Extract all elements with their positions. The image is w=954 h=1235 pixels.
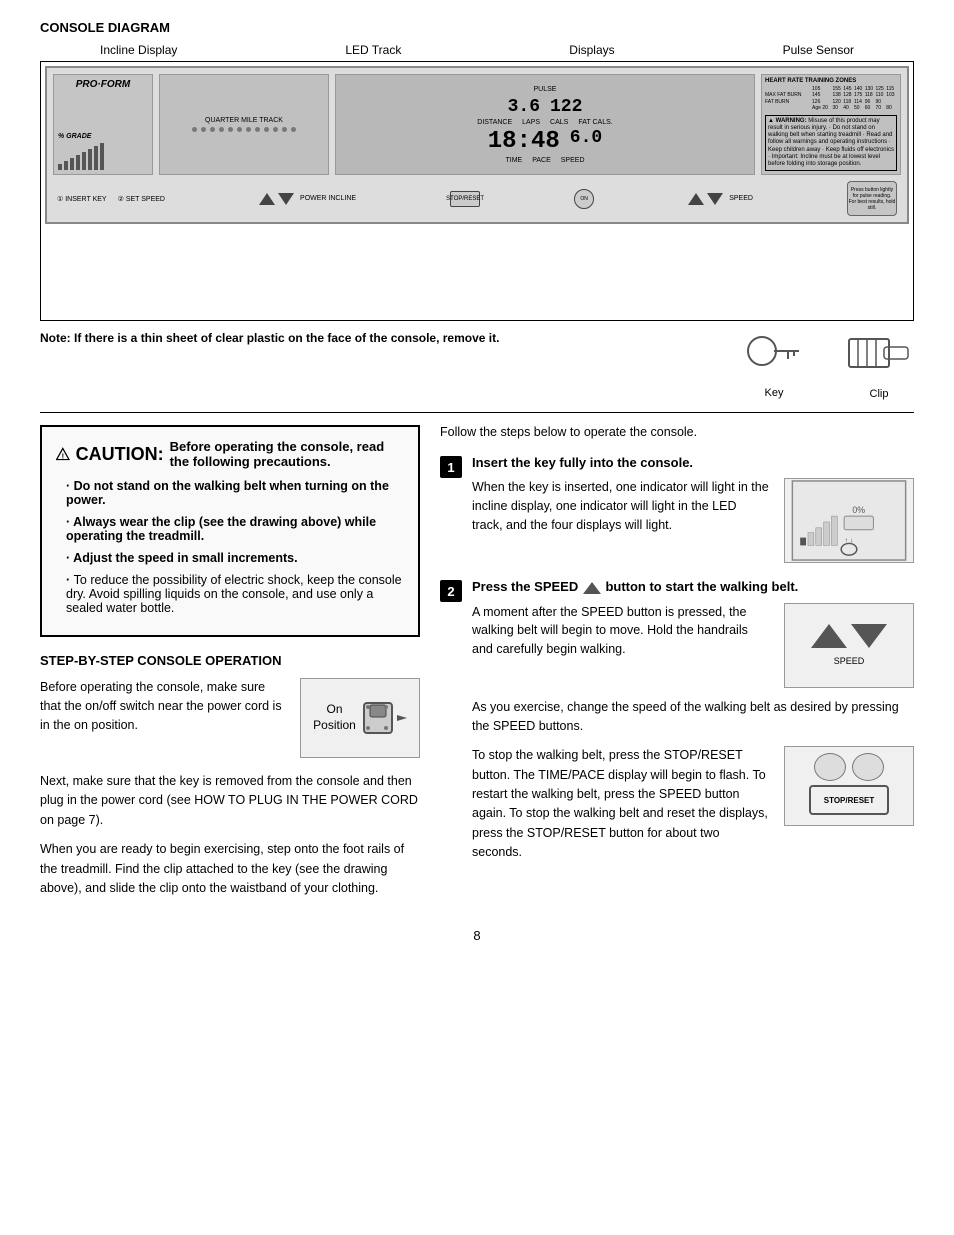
time-label: TIME (505, 157, 522, 164)
step-1-detail: Insert the key fully into the console. W… (472, 455, 914, 563)
caution-box: ! CAUTION: Before operating the console,… (40, 425, 420, 637)
laps-label: LAPS (522, 119, 540, 126)
on-position-image: OnPosition (300, 678, 420, 758)
time-value: 18:48 (488, 128, 560, 155)
speed-up-icon-inline (582, 581, 602, 595)
caution-item-2: Always wear the clip (see the drawing ab… (56, 515, 404, 543)
section-title: CONSOLE DIAGRAM (40, 20, 914, 35)
step-2-title: Press the SPEED button to start the walk… (472, 579, 914, 595)
speed-down-button-icon (851, 624, 887, 648)
caution-list: Do not stand on the walking belt when tu… (56, 479, 404, 615)
on-position-label: OnPosition (313, 702, 356, 733)
hr-zones-section: HEART RATE TRAINING ZONES 10515514514013… (761, 74, 901, 175)
caution-item-1: Do not stand on the walking belt when tu… (56, 479, 404, 507)
step-1: 1 Insert the key fully into the console.… (440, 455, 914, 563)
key-drawing: Key (744, 333, 804, 399)
caution-triangle-icon: ! (56, 443, 70, 465)
thumb-pulse-sensor: Press button lightlyfor pulse reading.Fo… (847, 181, 897, 216)
section-divider (40, 412, 914, 413)
displays-label: Displays (569, 43, 614, 57)
follow-steps-text: Follow the steps below to operate the co… (440, 425, 914, 439)
step-2-number: 2 (440, 580, 462, 602)
caution-item-4: To reduce the possibility of electric sh… (56, 573, 404, 615)
distance-label: DISTANCE (477, 119, 512, 126)
led-track-section: QUARTER MILE TRACK (159, 74, 329, 175)
svg-text:0%: 0% (852, 505, 865, 515)
distance-value: 3.6 (508, 97, 540, 117)
left-column: ! CAUTION: Before operating the console,… (40, 425, 420, 908)
svg-text:!: ! (62, 451, 64, 460)
console-note-text: Note: If there is a thin sheet of clear … (40, 331, 724, 345)
step-by-step-title: STEP-BY-STEP CONSOLE OPERATION (40, 653, 420, 668)
right-column: Follow the steps below to operate the co… (440, 425, 914, 908)
body-text-1: Next, make sure that the key is removed … (40, 772, 420, 830)
step-intro-content: Before operating the console, make sure … (40, 678, 420, 758)
on-btn-section: ON (574, 189, 594, 209)
speed-display-label: SPEED (561, 157, 585, 164)
pulse-value: 122 (550, 97, 582, 117)
step-2-detail: Press the SPEED button to start the walk… (472, 579, 914, 863)
step-1-title: Insert the key fully into the console. (472, 455, 914, 470)
cals-label: CALS (550, 119, 568, 126)
speed-label-image: SPEED (834, 656, 865, 666)
console-diagram: PRO·FORM % GRADE (40, 61, 914, 321)
insert-key-section: ① INSERT KEY ② SET SPEED (57, 195, 165, 203)
main-display-section: PULSE 3.6 122 DISTANCE LAPS CALS FAT CAL… (335, 74, 755, 175)
console-logo-section: PRO·FORM % GRADE (53, 74, 153, 175)
caution-item-3: Adjust the speed in small increments. (56, 551, 404, 565)
step-1-number: 1 (440, 456, 462, 478)
pace-label: PACE (532, 157, 551, 164)
incline-display-label: Incline Display (100, 43, 177, 57)
step-2-image: SPEED (784, 603, 914, 688)
speed-control-section: SPEED (688, 193, 753, 205)
step-1-image: 0% ↑ ↓ (784, 478, 914, 563)
step-2-text: A moment after the SPEED button is press… (472, 603, 770, 688)
step-1-text: When the key is inserted, one indicator … (472, 478, 770, 563)
clip-drawing (844, 331, 914, 384)
power-incline-section: POWER INCLINE (259, 193, 356, 205)
pulse-sensor-label: Pulse Sensor (783, 43, 854, 57)
step-2-text2: As you exercise, change the speed of the… (472, 698, 914, 737)
page-number: 8 (40, 928, 914, 943)
body-text-2: When you are ready to begin exercising, … (40, 840, 420, 898)
key-label: Key (765, 387, 784, 399)
caution-title: ! CAUTION: Before operating the console,… (56, 439, 404, 469)
pulse-label: PULSE (534, 86, 557, 93)
key-clip-area: Key Clip (744, 331, 914, 400)
stop-reset-image: STOP/RESET (784, 746, 914, 826)
stop-reset-button-icon: STOP/RESET (809, 785, 889, 815)
led-track-label: LED Track (345, 43, 401, 57)
stop-reset-section: STOP/RESET (450, 191, 480, 207)
speed-up-button-icon (811, 624, 847, 648)
speed-value: 6.0 (570, 128, 602, 155)
console-note-area: Note: If there is a thin sheet of clear … (40, 331, 914, 400)
on-position-switch-icon (362, 693, 407, 743)
fat-cals-label: FAT CALS. (578, 119, 612, 126)
step-intro-text: Before operating the console, make sure … (40, 678, 284, 758)
clip-label: Clip (870, 388, 889, 400)
step-2-text3: To stop the walking belt, press the STOP… (472, 746, 770, 862)
step-2: 2 Press the SPEED button to start the wa… (440, 579, 914, 863)
step-2-stop-section: To stop the walking belt, press the STOP… (472, 746, 914, 862)
